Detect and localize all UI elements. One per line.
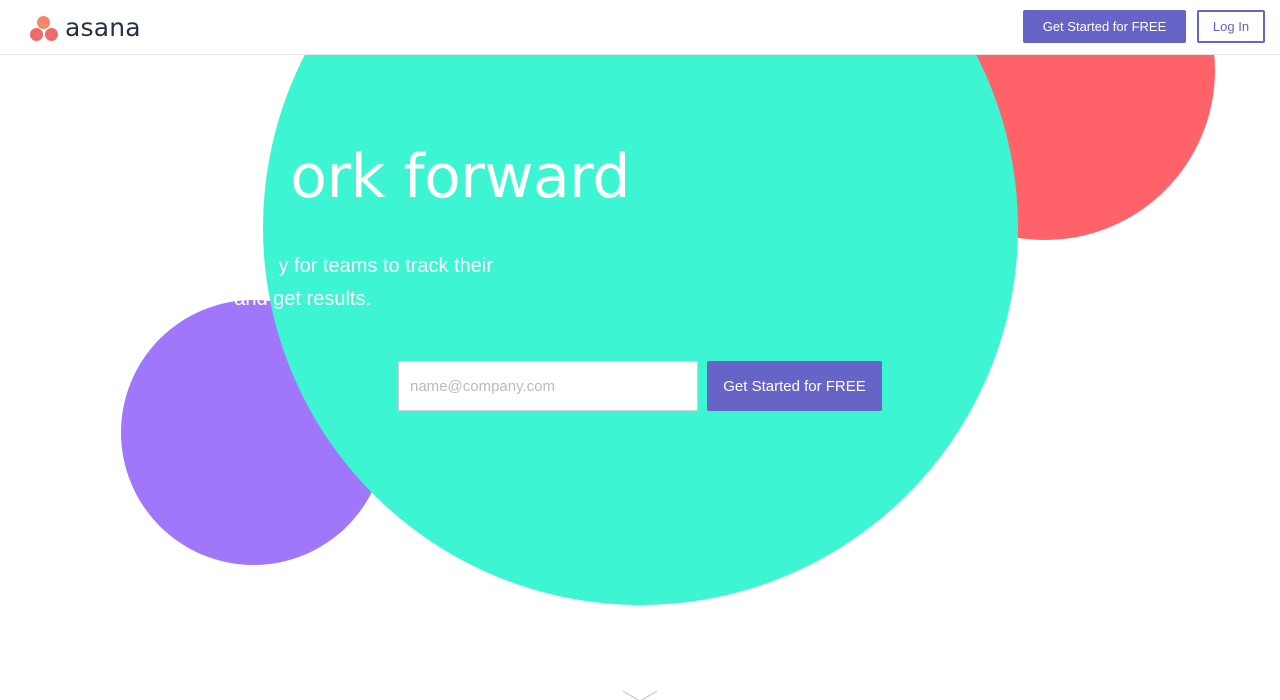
logo-wordmark: asana (65, 13, 141, 42)
top-nav: asana Get Started for FREE Log In (0, 0, 1280, 55)
asana-logo[interactable]: asana (30, 14, 141, 42)
asana-logo-icon (30, 14, 58, 42)
hero-subheadline: y for teams to track their and get resul… (0, 250, 493, 316)
logo-dot-top (37, 16, 50, 29)
landing-page: asana Get Started for FREE Log In ork fo… (0, 0, 1280, 700)
header-get-started-button[interactable]: Get Started for FREE (1023, 10, 1186, 43)
hero-subheadline-line-2: and get results. (234, 288, 371, 310)
hero-headline: ork forward (290, 142, 630, 212)
hero-get-started-button[interactable]: Get Started for FREE (707, 361, 882, 411)
email-field[interactable] (398, 361, 698, 411)
hero-subheadline-line-1: y for teams to track their (278, 255, 493, 277)
chevron-down-icon[interactable] (622, 690, 658, 700)
logo-dot-right (45, 28, 58, 41)
login-button[interactable]: Log In (1197, 10, 1265, 43)
logo-dot-left (30, 28, 43, 41)
